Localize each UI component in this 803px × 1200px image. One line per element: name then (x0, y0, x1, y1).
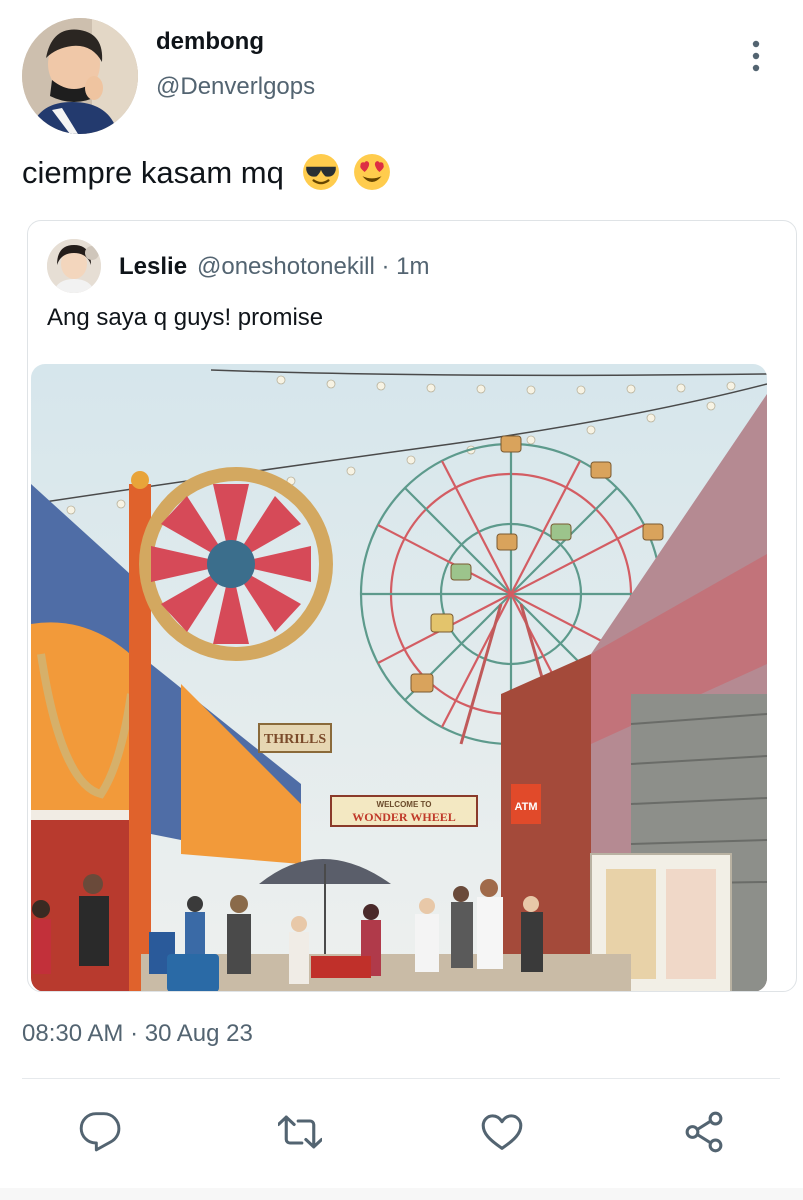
quoted-author-handle-time[interactable]: @oneshotonekill · 1m (197, 253, 429, 281)
quoted-author-name[interactable]: Leslie (119, 253, 187, 281)
quoted-user-avatar-photo (47, 239, 101, 293)
tweet-timestamp[interactable]: 08:30 AM · 30 Aug 23 (22, 1020, 253, 1048)
tweet-text-content: ciempre kasam mq (22, 155, 284, 190)
tweet-text: ciempre kasam mq (22, 153, 391, 191)
quoted-tweet-photo[interactable]: THRILLS WELCOME TO WONDER WHEEL ATM (31, 364, 767, 991)
author-name[interactable]: dembong (156, 28, 264, 56)
share-icon (685, 1111, 723, 1153)
author-avatar[interactable] (22, 18, 138, 134)
sign-wonder-wheel: WONDER WHEEL (352, 810, 455, 824)
share-button[interactable] (680, 1108, 728, 1156)
smiling-face-with-heart-eyes-icon (354, 154, 391, 190)
sign-welcome: WELCOME TO (377, 800, 432, 809)
quoted-tweet-text: Ang saya q guys! promise (47, 304, 324, 331)
reply-button[interactable] (76, 1108, 124, 1156)
quoted-author-avatar[interactable] (47, 239, 101, 293)
quoted-tweet-card[interactable]: Leslie @oneshotonekill · 1m Ang saya q g… (27, 220, 797, 992)
author-handle[interactable]: @Denverlgops (156, 73, 315, 101)
more-options-button[interactable] (744, 38, 768, 74)
smiling-face-with-sunglasses-icon (303, 154, 340, 190)
user-avatar-photo (22, 18, 138, 134)
retweet-icon (278, 1115, 322, 1149)
sign-atm: ATM (514, 801, 537, 813)
bottom-separator (0, 1188, 803, 1200)
retweet-button[interactable] (276, 1108, 324, 1156)
heart-icon (481, 1114, 523, 1150)
actions-divider (22, 1078, 780, 1079)
more-vertical-icon (752, 40, 760, 72)
like-button[interactable] (478, 1108, 526, 1156)
amusement-park-photo: THRILLS WELCOME TO WONDER WHEEL ATM (31, 364, 767, 991)
reply-icon (79, 1112, 121, 1152)
sign-thrills: THRILLS (264, 732, 326, 747)
